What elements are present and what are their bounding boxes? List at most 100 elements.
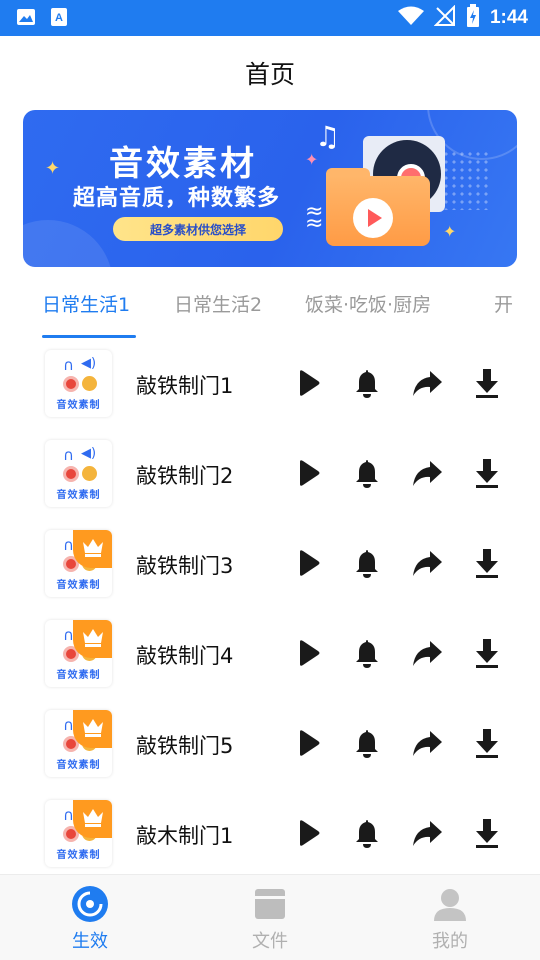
list-item[interactable]: ∩ ◀) 音效素制 敲铁制门1 [0, 340, 540, 430]
download-button[interactable] [470, 816, 504, 850]
tab-partial[interactable]: 开 [494, 290, 513, 317]
nav-effects[interactable]: 生效 [30, 885, 150, 953]
sound-title: 敲铁制门3 [136, 554, 234, 578]
promo-banner[interactable]: ✦ ✦ ✦ ♫ 音效素材 超高音质，种数繁多 超多素材供您选择 ≈ ≈ [23, 110, 517, 267]
record-icon [63, 466, 79, 482]
download-icon [476, 819, 498, 848]
download-button[interactable] [470, 366, 504, 400]
play-button[interactable] [290, 816, 324, 850]
play-icon [300, 640, 320, 666]
download-button[interactable] [470, 726, 504, 760]
ringtone-button[interactable] [350, 366, 384, 400]
list-item[interactable]: ∩◀)音效素制敲铁制门3 [0, 520, 540, 610]
play-badge-icon [353, 198, 393, 238]
thumbnail-label: 音效素制 [56, 670, 101, 681]
bell-icon [356, 460, 378, 488]
nav-files-label: 文件 [252, 931, 288, 952]
nav-mine[interactable]: 我的 [390, 885, 510, 953]
sound-title: 敲铁制门5 [136, 734, 234, 758]
play-button[interactable] [290, 366, 324, 400]
tab-daily-life-1[interactable]: 日常生活1 [42, 290, 130, 317]
image-icon [16, 8, 36, 30]
download-icon [476, 549, 498, 578]
thumbnail-label: 音效素制 [56, 850, 101, 861]
bell-icon [356, 640, 378, 668]
play-button[interactable] [290, 636, 324, 670]
nav-mine-label: 我的 [432, 931, 468, 952]
text-a-icon: A [50, 7, 68, 31]
share-button[interactable] [410, 636, 444, 670]
share-button[interactable] [410, 366, 444, 400]
thumbnail-label: 音效素制 [56, 580, 101, 591]
tab-food-kitchen[interactable]: 饭菜·吃饭·厨房 [305, 290, 431, 317]
download-icon [476, 729, 498, 758]
list-item[interactable]: ∩ ◀) 音效素制 敲铁制门2 [0, 430, 540, 520]
banner-decor-circle [23, 220, 113, 267]
vip-crown-badge [73, 710, 112, 748]
share-button[interactable] [410, 456, 444, 490]
tab-daily-life-2[interactable]: 日常生活2 [174, 290, 262, 317]
vip-crown-badge [73, 530, 112, 568]
mascot-icon [82, 466, 97, 481]
banner-pill: 超多素材供您选择 [113, 217, 283, 241]
sound-thumbnail: ∩ ◀) 音效素制 [45, 350, 112, 417]
play-button[interactable] [290, 546, 324, 580]
wifi-icon [397, 6, 424, 30]
share-icon [413, 371, 442, 396]
ringtone-button[interactable] [350, 546, 384, 580]
category-tabs: 日常生活1 日常生活2 饭菜·吃饭·厨房 开 [0, 276, 540, 340]
play-button[interactable] [290, 726, 324, 760]
nav-effects-label: 生效 [72, 931, 108, 952]
sound-thumbnail: ∩◀)音效素制 [45, 800, 112, 867]
ringtone-button[interactable] [350, 726, 384, 760]
no-signal-icon [433, 4, 456, 31]
share-icon [413, 731, 442, 756]
sparkle-icon: ✦ [45, 158, 61, 179]
headphones-icon: ∩ [63, 446, 74, 464]
share-icon [413, 821, 442, 846]
share-icon [413, 461, 442, 486]
list-item[interactable]: ∩◀)音效素制敲铁制门4 [0, 610, 540, 700]
sound-thumbnail: ∩◀)音效素制 [45, 620, 112, 687]
music-disc-icon [72, 886, 108, 922]
play-button[interactable] [290, 456, 324, 490]
share-icon [413, 641, 442, 666]
vip-crown-badge [73, 800, 112, 838]
thumbnail-label: 音效素制 [56, 400, 101, 411]
bell-icon [356, 820, 378, 848]
list-item[interactable]: ∩◀)音效素制敲木制门1 [0, 790, 540, 880]
share-icon [413, 551, 442, 576]
share-button[interactable] [410, 726, 444, 760]
download-icon [476, 369, 498, 398]
folder-icon [255, 889, 285, 919]
clock-time: 1:44 [489, 7, 528, 28]
crown-icon [83, 539, 103, 557]
bell-icon [356, 550, 378, 578]
ringtone-button[interactable] [350, 456, 384, 490]
download-button[interactable] [470, 456, 504, 490]
crown-icon [83, 629, 103, 647]
download-button[interactable] [470, 636, 504, 670]
list-item[interactable]: ∩◀)音效素制敲铁制门5 [0, 700, 540, 790]
download-button[interactable] [470, 546, 504, 580]
music-note-icon: ♫ [315, 120, 341, 153]
page-title: 首页 [244, 60, 295, 89]
speaker-icon: ◀) [81, 356, 97, 371]
header: 首页 [0, 36, 540, 110]
crown-icon [83, 719, 103, 737]
nav-files[interactable]: 文件 [210, 885, 330, 953]
share-button[interactable] [410, 546, 444, 580]
sound-title: 敲铁制门2 [136, 464, 234, 488]
sound-wave-icon: ≈ ≈ [305, 199, 324, 236]
share-button[interactable] [410, 816, 444, 850]
thumbnail-label: 音效素制 [56, 760, 101, 771]
headphones-icon: ∩ [63, 356, 74, 374]
ringtone-button[interactable] [350, 816, 384, 850]
download-icon [476, 639, 498, 668]
thumbnail-label: 音效素制 [56, 490, 101, 501]
banner-subtitle: 超高音质，种数繁多 [73, 186, 281, 211]
sound-title: 敲铁制门1 [136, 374, 234, 398]
ringtone-button[interactable] [350, 636, 384, 670]
crown-icon [83, 809, 103, 827]
banner-title: 音效素材 [109, 144, 257, 184]
